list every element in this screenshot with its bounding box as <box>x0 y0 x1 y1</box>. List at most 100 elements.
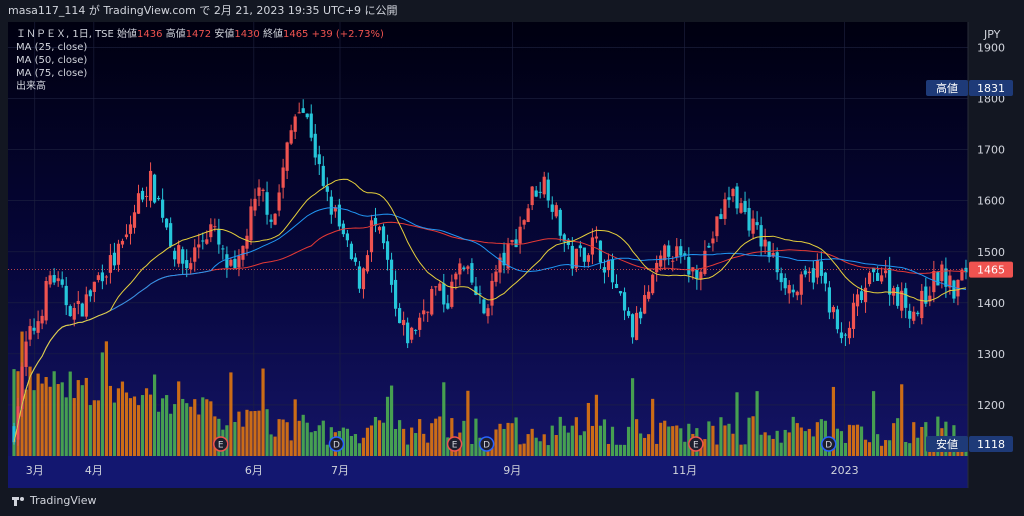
close-label: 終値 <box>262 29 283 40</box>
candle-body <box>510 239 514 243</box>
candle-body <box>679 246 683 256</box>
candle-body <box>277 192 281 211</box>
candle-body <box>434 286 438 288</box>
volume-bar <box>711 425 715 456</box>
candle-body <box>880 275 884 282</box>
volume-bar <box>839 431 844 456</box>
volume-bar <box>731 433 735 456</box>
candle-body <box>634 312 639 340</box>
candle-body <box>835 309 840 330</box>
candle-body <box>755 222 759 226</box>
candle-body <box>859 291 864 301</box>
volume-bar <box>88 405 92 456</box>
dividend-marker[interactable]: D <box>821 436 837 452</box>
volume-bar <box>904 441 908 456</box>
change-value: +39 (+2.73%) <box>311 29 384 40</box>
volume-bar <box>72 398 76 456</box>
volume-bar <box>663 420 667 456</box>
candle-body <box>253 198 257 211</box>
volume-bar <box>361 437 366 456</box>
tradingview-logo[interactable]: TradingView <box>12 494 96 507</box>
volume-bar <box>779 442 783 456</box>
volume-bar <box>795 423 799 456</box>
volume-bar <box>402 428 406 456</box>
candle-body <box>811 268 815 283</box>
volume-bar <box>727 423 731 456</box>
volume-bar <box>128 398 133 456</box>
candle-body <box>775 252 779 273</box>
earnings-marker[interactable]: E <box>688 436 704 452</box>
dividend-marker[interactable]: D <box>328 436 345 452</box>
candle-body <box>201 240 205 242</box>
candle-body <box>269 219 273 222</box>
y-tick-label: 1300 <box>977 348 1005 361</box>
volume-bar <box>763 432 767 456</box>
volume-bar <box>542 434 546 456</box>
candle-body <box>731 188 735 197</box>
volume-bar <box>771 438 775 456</box>
candle-body <box>916 312 920 315</box>
candle-body <box>458 263 462 275</box>
legend-ma75[interactable]: MA (75, close) <box>16 67 384 80</box>
legend-volume[interactable]: 出来高 <box>16 80 384 93</box>
volume-bar <box>671 426 675 456</box>
earnings-marker[interactable]: E <box>213 436 229 452</box>
candle-body <box>60 279 64 285</box>
candle-body <box>630 314 635 338</box>
volume-bar <box>747 417 751 456</box>
candle-body <box>321 165 325 186</box>
volume-bar <box>116 388 121 456</box>
volume-bar <box>189 406 193 456</box>
volume-bar <box>598 425 603 456</box>
candle-body <box>181 249 185 264</box>
candle-body <box>285 142 289 171</box>
candle-body <box>626 311 631 316</box>
candle-body <box>385 241 390 260</box>
candle-body <box>643 295 647 314</box>
volume-bar <box>414 433 418 456</box>
candle-body <box>381 226 386 244</box>
dividend-marker[interactable]: D <box>478 436 495 452</box>
candle-body <box>233 258 237 268</box>
volume-bar <box>639 433 643 456</box>
candle-body <box>205 239 209 244</box>
candle-body <box>48 275 52 285</box>
candle-body <box>353 257 358 262</box>
legend-ma50[interactable]: MA (50, close) <box>16 54 384 67</box>
candle-body <box>446 303 450 309</box>
volume-bar <box>32 390 36 456</box>
volume-bar <box>614 444 619 456</box>
candle-body <box>711 238 715 244</box>
candle-body <box>80 303 84 317</box>
volume-bar <box>875 434 880 456</box>
volume-bar <box>912 422 916 456</box>
volume-bar <box>92 400 96 456</box>
candle-body <box>185 260 189 269</box>
earnings-marker[interactable]: E <box>446 436 463 452</box>
candle-body <box>807 271 811 274</box>
candle-body <box>273 213 277 225</box>
volume-bar <box>68 371 72 456</box>
candle-body <box>867 272 872 285</box>
x-tick-label: 2023 <box>831 464 859 477</box>
candle-body <box>888 268 892 295</box>
volume-bar <box>56 384 60 456</box>
y-tick-label: 1700 <box>977 144 1005 157</box>
volume-bar <box>100 352 104 456</box>
high-marker-label: 高値 <box>936 81 958 95</box>
volume-bar <box>96 400 100 456</box>
volume-bar <box>554 435 558 456</box>
candle-body <box>550 204 554 212</box>
volume-bar <box>807 428 811 456</box>
candle-body <box>104 276 108 278</box>
candle-body <box>144 195 149 197</box>
volume-bar <box>120 381 125 456</box>
volume-bar <box>430 423 434 456</box>
candle-body <box>884 270 888 274</box>
candle-body <box>518 226 522 244</box>
legend-ma25[interactable]: MA (25, close) <box>16 41 384 54</box>
volume-bar <box>739 444 743 456</box>
candle-body <box>554 205 558 217</box>
y-axis-unit: JPY <box>983 28 1001 41</box>
candle-body <box>28 326 32 340</box>
